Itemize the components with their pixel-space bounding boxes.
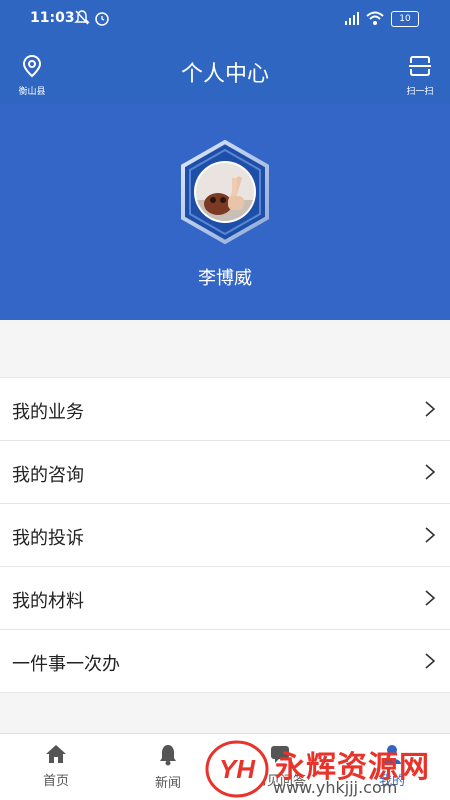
- tab-label: 首页: [42, 774, 69, 789]
- profile-header: 李博威: [0, 104, 450, 320]
- status-time: 11:03: [30, 10, 75, 26]
- menu-item-label: 我的投诉: [12, 528, 84, 549]
- user-name: 李博威: [198, 268, 252, 289]
- scan-label: 扫一扫: [406, 87, 434, 97]
- watermark: YH 永辉资源网 www.yhkjjj.com: [205, 740, 450, 798]
- menu-item-one-stop[interactable]: 一件事一次办: [0, 630, 450, 693]
- chevron-right-icon: [425, 653, 436, 669]
- tab-news[interactable]: 新闻: [133, 740, 203, 791]
- tab-home[interactable]: 首页: [21, 740, 91, 789]
- scan-icon: [409, 56, 431, 76]
- menu-item-label: 一件事一次办: [12, 654, 120, 675]
- mute-bell-icon: [74, 10, 90, 25]
- watermark-logo-text: YH: [219, 754, 256, 784]
- menu-item-my-consultation[interactable]: 我的咨询: [0, 441, 450, 504]
- signal-icon: [345, 12, 359, 25]
- chevron-right-icon: [425, 527, 436, 543]
- page-title: 个人中心: [180, 62, 269, 87]
- watermark-url: www.yhkjjj.com: [273, 778, 398, 797]
- top-bar: 衡山县 个人中心 扫一扫: [0, 38, 450, 104]
- chevron-right-icon: [425, 401, 436, 417]
- home-icon: [46, 745, 66, 763]
- chevron-right-icon: [425, 464, 436, 480]
- menu-item-my-materials[interactable]: 我的材料: [0, 567, 450, 630]
- wifi-icon: [366, 11, 384, 25]
- scan-button[interactable]: 扫一扫: [402, 54, 438, 97]
- battery-level: 10: [399, 14, 411, 24]
- menu-item-my-complaints[interactable]: 我的投诉: [0, 504, 450, 567]
- tab-label: 新闻: [154, 776, 181, 791]
- watermark-logo-icon: YH: [205, 740, 269, 798]
- menu-item-label: 我的业务: [12, 402, 84, 423]
- alarm-icon: [95, 12, 109, 26]
- status-bar: 11:03 10: [0, 0, 450, 38]
- menu-item-label: 我的咨询: [12, 465, 84, 486]
- battery-icon: 10: [391, 11, 419, 27]
- menu-item-my-business[interactable]: 我的业务: [0, 378, 450, 441]
- avatar[interactable]: [180, 140, 270, 244]
- bell-icon: [160, 745, 176, 766]
- chevron-right-icon: [425, 590, 436, 606]
- menu-list: 我的业务 我的咨询 我的投诉 我的材料 一件事一次办: [0, 377, 450, 693]
- menu-item-label: 我的材料: [12, 591, 84, 612]
